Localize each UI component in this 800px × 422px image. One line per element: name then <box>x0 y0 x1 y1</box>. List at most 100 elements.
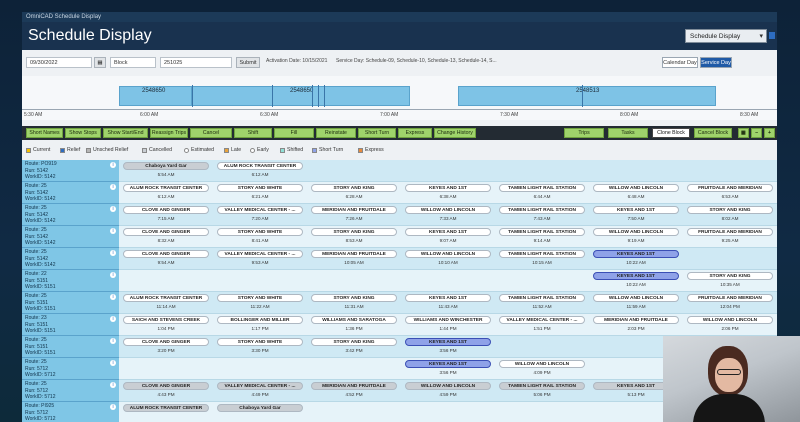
trip-stop[interactable]: Chaboya Yard Gar <box>217 404 303 422</box>
trip-stop[interactable]: KEYES AND 1ST 11:43 AM <box>405 294 491 312</box>
run-label[interactable]: Route: 23 Run: 5151 WorkID: 5151 i <box>22 314 119 336</box>
trip-stop[interactable]: KEYES AND 1ST 7:50 AM <box>593 206 679 224</box>
trip-stop[interactable]: KEYES AND 1ST 10:22 AM <box>593 250 679 268</box>
trip-stop[interactable]: ALUM ROCK TRANSIT CENTER 11:14 AM <box>123 294 209 312</box>
info-icon[interactable]: i <box>110 404 116 410</box>
trip-stop[interactable]: KEYES AND 1ST 10:22 AM <box>593 272 679 290</box>
plus-icon[interactable]: + <box>764 128 775 138</box>
trip-stop[interactable]: Chaboya Yard Gar 5:54 AM <box>123 162 209 180</box>
info-icon[interactable]: i <box>110 338 116 344</box>
info-icon[interactable]: i <box>110 250 116 256</box>
trip-stop[interactable]: STORY AND KING 8:53 AM <box>311 228 397 246</box>
trip-stop[interactable]: FRUITDALE AND MERIDIAN 9:25 AM <box>687 228 773 246</box>
run-label[interactable]: Route: 22 Run: 5151 WorkID: 5151 i <box>22 270 119 292</box>
trip-stop[interactable]: TAMIEN LIGHT RAIL STATION 5:06 PM <box>499 382 585 400</box>
run-label[interactable]: Route: 25 Run: 5142 WorkID: 5142 i <box>22 226 119 248</box>
reassign-trips-button[interactable]: Reassign Trips <box>150 128 188 138</box>
show-start-end-button[interactable]: Show Start/End <box>103 128 148 138</box>
trip-stop[interactable]: STORY AND KING 10:35 AM <box>687 272 773 290</box>
trip-stop[interactable]: TAMIEN LIGHT RAIL STATION 7:43 AM <box>499 206 585 224</box>
clone-block-button[interactable]: Clone Block <box>652 128 690 138</box>
trip-stop[interactable]: MERIDIAN AND FRUITDALE 2:03 PM <box>593 316 679 334</box>
trip-stop[interactable]: MERIDIAN AND FRUITDALE 10:05 AM <box>311 250 397 268</box>
trip-stop[interactable]: CLOVE AND GINGER 3:20 PM <box>123 338 209 356</box>
trip-stop[interactable]: STORY AND WHITE 3:30 PM <box>217 338 303 356</box>
trip-stop[interactable]: ALUM ROCK TRANSIT CENTER <box>123 404 209 422</box>
info-icon[interactable]: i <box>110 162 116 168</box>
trip-stop[interactable]: VALLEY MEDICAL CENTER - ... 4:49 PM <box>217 382 303 400</box>
trip-stop[interactable]: VALLEY MEDICAL CENTER - ... 1:51 PM <box>499 316 585 334</box>
run-label[interactable]: Route: PI925 Run: 5712 WorkID: 5712 i <box>22 402 119 422</box>
run-label[interactable]: Route: 25 Run: 5151 WorkID: 5151 i <box>22 292 119 314</box>
trip-stop[interactable]: STORY AND KING 3:42 PM <box>311 338 397 356</box>
info-icon[interactable]: i <box>110 382 116 388</box>
express-button[interactable]: Express <box>398 128 432 138</box>
run-label[interactable]: Route: 25 Run: 5142 WorkID: 5142 i <box>22 248 119 270</box>
trip-stop[interactable]: FRUITDALE AND MERIDIAN 6:53 AM <box>687 184 773 202</box>
run-label[interactable]: Route: 25 Run: 5712 WorkID: 5712 i <box>22 358 119 380</box>
info-icon[interactable]: i <box>110 228 116 234</box>
info-icon[interactable]: i <box>110 360 116 366</box>
trip-stop[interactable]: KEYES AND 1ST 3:56 PM <box>405 360 491 378</box>
trips-button[interactable]: Trips <box>564 128 604 138</box>
info-icon[interactable]: i <box>110 316 116 322</box>
short-names-button[interactable]: Short Names <box>26 128 63 138</box>
trip-stop[interactable]: ALUM ROCK TRANSIT CENTER 6:12 AM <box>123 184 209 202</box>
service-day-toggle[interactable]: Service Day <box>700 57 732 68</box>
info-icon[interactable]: i <box>110 272 116 278</box>
date-input[interactable]: 09/30/2022 <box>26 57 92 68</box>
show-stops-button[interactable]: Show Stops <box>65 128 101 138</box>
trip-stop[interactable]: WILLIAMS AND WINCHESTER 1:44 PM <box>405 316 491 334</box>
trip-stop[interactable]: STORY AND KING 11:31 AM <box>311 294 397 312</box>
trip-stop[interactable]: WILLOW AND LINCOLN 7:33 AM <box>405 206 491 224</box>
trip-stop[interactable]: KEYES AND 1ST 9:07 AM <box>405 228 491 246</box>
trip-stop[interactable]: BOLLINGER AND MILLER 1:17 PM <box>217 316 303 334</box>
reinstate-button[interactable]: Reinstate <box>316 128 356 138</box>
trip-stop[interactable]: TAMIEN LIGHT RAIL STATION 9:14 AM <box>499 228 585 246</box>
run-label[interactable]: Route: 25 Run: 5142 WorkID: 5142 i <box>22 182 119 204</box>
trip-stop[interactable]: SAICH AND STEVENS CREEK 1:04 PM <box>123 316 209 334</box>
trip-stop[interactable]: VALLEY MEDICAL CENTER - ... 7:20 AM <box>217 206 303 224</box>
trip-stop[interactable]: STORY AND KING 8:02 AM <box>687 206 773 224</box>
run-label[interactable]: Route: 25 Run: 5142 WorkID: 5142 i <box>22 204 119 226</box>
type-select[interactable]: Block <box>110 57 156 68</box>
trip-stop[interactable]: STORY AND WHITE 8:41 AM <box>217 228 303 246</box>
trip-stop[interactable]: MERIDIAN AND FRUITDALE 7:26 AM <box>311 206 397 224</box>
run-label[interactable]: Route: 25 Run: 5712 WorkID: 5712 i <box>22 380 119 402</box>
view-select[interactable]: Schedule Display ▾ <box>685 29 767 43</box>
trip-stop[interactable]: VALLEY MEDICAL CENTER - ... 9:53 AM <box>217 250 303 268</box>
trip-stop[interactable]: WILLOW AND LINCOLN 10:10 AM <box>405 250 491 268</box>
trip-stop[interactable]: WILLOW AND LINCOLN 11:59 AM <box>593 294 679 312</box>
trip-stop[interactable]: STORY AND WHITE 6:21 AM <box>217 184 303 202</box>
trip-stop[interactable]: WILLOW AND LINCOLN 2:06 PM <box>687 316 773 334</box>
info-icon[interactable]: i <box>110 184 116 190</box>
fill-button[interactable]: Fill <box>274 128 314 138</box>
minus-icon[interactable]: − <box>751 128 762 138</box>
trip-stop[interactable]: KEYES AND 1ST 3:56 PM <box>405 338 491 356</box>
trip-stop[interactable]: TAMIEN LIGHT RAIL STATION 11:52 AM <box>499 294 585 312</box>
shift-button[interactable]: Shift <box>234 128 272 138</box>
trip-stop[interactable]: KEYES AND 1ST 6:38 AM <box>405 184 491 202</box>
short-turn-button[interactable]: Short Turn <box>358 128 396 138</box>
info-icon[interactable]: i <box>110 294 116 300</box>
cancel-block-button[interactable]: Cancel Block <box>694 128 732 138</box>
trip-stop[interactable]: TAMIEN LIGHT RAIL STATION 10:15 AM <box>499 250 585 268</box>
trip-stop[interactable]: CLOVE AND GINGER 9:54 AM <box>123 250 209 268</box>
trip-stop[interactable]: TAMIEN LIGHT RAIL STATION 6:44 AM <box>499 184 585 202</box>
trip-stop[interactable]: WILLIAMS AND SARATOGA 1:36 PM <box>311 316 397 334</box>
tasks-button[interactable]: Tasks <box>608 128 648 138</box>
trip-stop[interactable]: CLOVE AND GINGER 8:32 AM <box>123 228 209 246</box>
trip-stop[interactable]: STORY AND KING 6:28 AM <box>311 184 397 202</box>
calendar-icon[interactable]: ▦ <box>94 57 106 68</box>
trip-stop[interactable]: CLOVE AND GINGER 4:43 PM <box>123 382 209 400</box>
trip-stop[interactable]: WILLOW AND LINCOLN 9:19 AM <box>593 228 679 246</box>
run-label[interactable]: Route: 25 Run: 5151 WorkID: 5151 i <box>22 336 119 358</box>
block-number-input[interactable]: 251025 <box>160 57 232 68</box>
settings-icon[interactable] <box>769 32 775 39</box>
info-icon[interactable]: i <box>110 206 116 212</box>
trip-stop[interactable]: WILLOW AND LINCOLN 6:48 AM <box>593 184 679 202</box>
trip-stop[interactable]: MERIDIAN AND FRUITDALE 4:52 PM <box>311 382 397 400</box>
trip-stop[interactable]: FRUITDALE AND MERIDIAN 12:04 PM <box>687 294 773 312</box>
trip-stop[interactable]: CLOVE AND GINGER 7:15 AM <box>123 206 209 224</box>
calendar-icon[interactable]: ▦ <box>738 128 749 138</box>
